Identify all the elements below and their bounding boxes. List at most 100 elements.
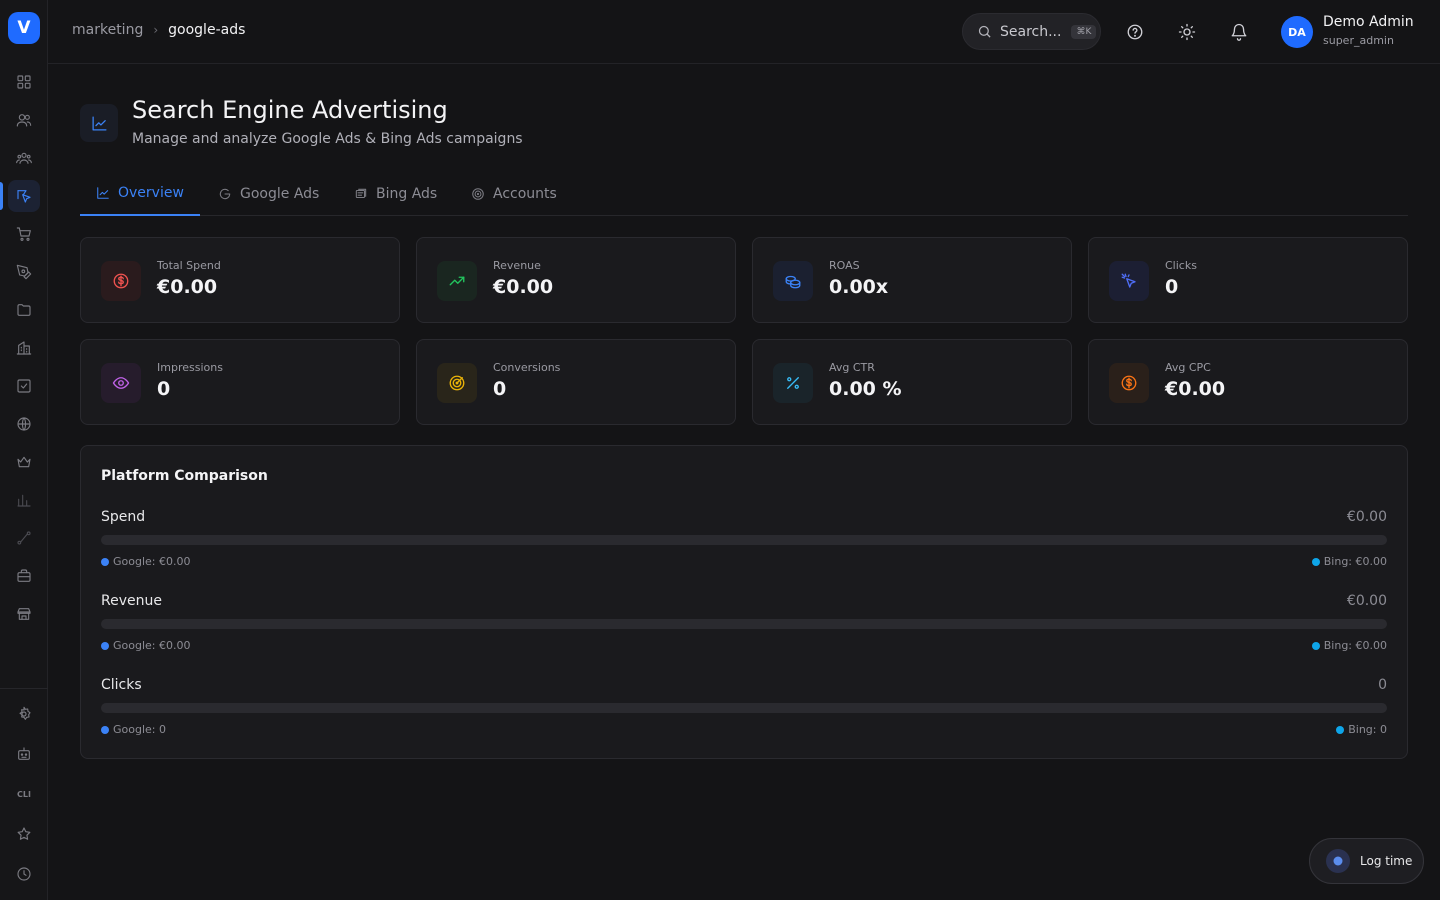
store-icon bbox=[17, 608, 31, 620]
sidebar-divider bbox=[0, 688, 48, 689]
bot-icon bbox=[18, 747, 30, 760]
line-chart-icon bbox=[91, 115, 107, 131]
tab-overview[interactable]: Overview bbox=[80, 172, 200, 216]
stat-value: €0.00 bbox=[157, 276, 218, 298]
sidebar-item-reports[interactable] bbox=[8, 484, 40, 516]
route-icon bbox=[17, 531, 31, 545]
sidebar-item-marketing[interactable] bbox=[8, 180, 40, 212]
stat-value: €0.00 bbox=[493, 276, 554, 298]
sidebar-item-web[interactable] bbox=[8, 408, 40, 440]
page-subtitle: Manage and analyze Google Ads & Bing Ads… bbox=[132, 131, 523, 147]
percent-icon bbox=[787, 377, 799, 389]
timer-icon bbox=[1326, 849, 1350, 873]
star-icon bbox=[17, 827, 31, 840]
metric-total: €0.00 bbox=[1346, 509, 1387, 525]
sidebar-item-design[interactable] bbox=[8, 256, 40, 288]
theme-toggle-button[interactable] bbox=[1175, 20, 1199, 44]
stat-value: 0 bbox=[493, 378, 507, 400]
sidebar-item-jobs[interactable] bbox=[8, 560, 40, 592]
bing-dot-icon bbox=[1311, 557, 1320, 566]
comparison-metric-revenue: Revenue €0.00 Google: €0.00 Bing: €0.00 bbox=[101, 593, 1387, 663]
metric-total: 0 bbox=[1378, 677, 1387, 693]
stat-card-roas: ROAS 0.00x bbox=[752, 237, 1072, 323]
google-dot-icon bbox=[101, 557, 109, 566]
sidebar-item-dashboard[interactable] bbox=[8, 66, 40, 98]
sidebar-item-tasks[interactable] bbox=[8, 370, 40, 402]
google-dot-icon bbox=[101, 725, 109, 734]
sidebar-item-users[interactable] bbox=[8, 104, 40, 136]
tab-accounts[interactable]: Accounts bbox=[455, 172, 573, 216]
breadcrumb: marketing › google-ads bbox=[72, 22, 245, 38]
sidebar-item-favorites[interactable] bbox=[8, 818, 40, 850]
breadcrumb-parent[interactable]: marketing bbox=[72, 22, 143, 38]
team-icon bbox=[16, 152, 32, 164]
help-circle-icon bbox=[1127, 24, 1143, 40]
stat-icon-wrapper bbox=[101, 363, 141, 403]
line-chart-icon bbox=[97, 187, 109, 199]
stat-label: Total Spend bbox=[157, 259, 221, 272]
stat-label: ROAS bbox=[829, 259, 860, 272]
legend-bing: Bing: €0.00 bbox=[1311, 555, 1387, 568]
stat-card-avg-ctr: Avg CTR 0.00 % bbox=[752, 339, 1072, 425]
stat-icon-wrapper bbox=[101, 261, 141, 301]
stat-icon-wrapper bbox=[437, 363, 477, 403]
trend-up-icon bbox=[449, 276, 465, 286]
stat-value: 0 bbox=[1165, 276, 1179, 298]
stat-icon-wrapper bbox=[1109, 363, 1149, 403]
sidebar-item-history[interactable] bbox=[8, 858, 40, 890]
topbar: marketing › google-ads Search... ⌘K DA D… bbox=[48, 0, 1440, 64]
stat-icon-wrapper bbox=[773, 363, 813, 403]
stat-card-impressions: Impressions 0 bbox=[80, 339, 400, 425]
sidebar-item-team[interactable] bbox=[8, 142, 40, 174]
stat-card-avg-cpc: Avg CPC €0.00 bbox=[1088, 339, 1408, 425]
sidebar-item-store[interactable] bbox=[8, 598, 40, 630]
stat-card-clicks: Clicks 0 bbox=[1088, 237, 1408, 323]
stat-icon-wrapper bbox=[1109, 261, 1149, 301]
pen-tool-icon bbox=[16, 264, 32, 280]
metric-name: Clicks bbox=[101, 677, 142, 693]
metric-name: Spend bbox=[101, 509, 146, 525]
help-button[interactable] bbox=[1123, 20, 1147, 44]
sidebar-item-routes[interactable] bbox=[8, 522, 40, 554]
sidebar-item-premium[interactable] bbox=[8, 446, 40, 478]
avatar[interactable]: DA bbox=[1281, 16, 1313, 48]
sidebar-item-bot[interactable] bbox=[8, 738, 40, 770]
tab-label: Accounts bbox=[493, 186, 557, 202]
page-title: Search Engine Advertising bbox=[132, 96, 448, 124]
user-role: super_admin bbox=[1323, 34, 1394, 47]
bell-icon bbox=[1231, 23, 1247, 41]
cart-icon bbox=[16, 227, 31, 241]
app-logo[interactable]: V bbox=[8, 12, 40, 44]
sidebar-item-settings[interactable] bbox=[8, 698, 40, 730]
comparison-bar bbox=[101, 535, 1387, 545]
sidebar-item-files[interactable] bbox=[8, 294, 40, 326]
tab-google-ads[interactable]: Google Ads bbox=[202, 172, 335, 216]
stat-card-conversions: Conversions 0 bbox=[416, 339, 736, 425]
cli-icon: CLI bbox=[17, 789, 31, 799]
stat-icon-wrapper bbox=[437, 261, 477, 301]
google-icon bbox=[219, 188, 231, 200]
stat-value: 0 bbox=[157, 378, 171, 400]
stat-label: Avg CPC bbox=[1165, 361, 1211, 374]
page-header-icon bbox=[80, 104, 118, 142]
settings-icon bbox=[19, 706, 31, 720]
target-icon bbox=[472, 188, 484, 200]
sidebar-item-shop[interactable] bbox=[8, 218, 40, 250]
log-time-button[interactable]: Log time bbox=[1309, 838, 1424, 884]
eye-icon bbox=[112, 377, 130, 389]
dashboard-grid-icon bbox=[17, 75, 31, 89]
bing-icon bbox=[355, 188, 367, 199]
tab-bing-ads[interactable]: Bing Ads bbox=[338, 172, 453, 216]
user-name[interactable]: Demo Admin bbox=[1323, 14, 1414, 30]
stat-label: Clicks bbox=[1165, 259, 1197, 272]
search-button[interactable]: Search... ⌘K bbox=[962, 13, 1101, 50]
globe-icon bbox=[17, 417, 31, 431]
sidebar-item-companies[interactable] bbox=[8, 332, 40, 364]
sidebar: V CLI bbox=[0, 0, 48, 900]
google-dot-icon bbox=[101, 641, 109, 650]
notifications-button[interactable] bbox=[1227, 20, 1251, 44]
comparison-metric-spend: Spend €0.00 Google: €0.00 Bing: €0.00 bbox=[101, 509, 1387, 579]
crown-icon bbox=[17, 456, 31, 468]
sidebar-item-cli[interactable]: CLI bbox=[8, 778, 40, 810]
tab-bar: Overview Google Ads Bing Ads Accounts bbox=[80, 172, 1408, 216]
